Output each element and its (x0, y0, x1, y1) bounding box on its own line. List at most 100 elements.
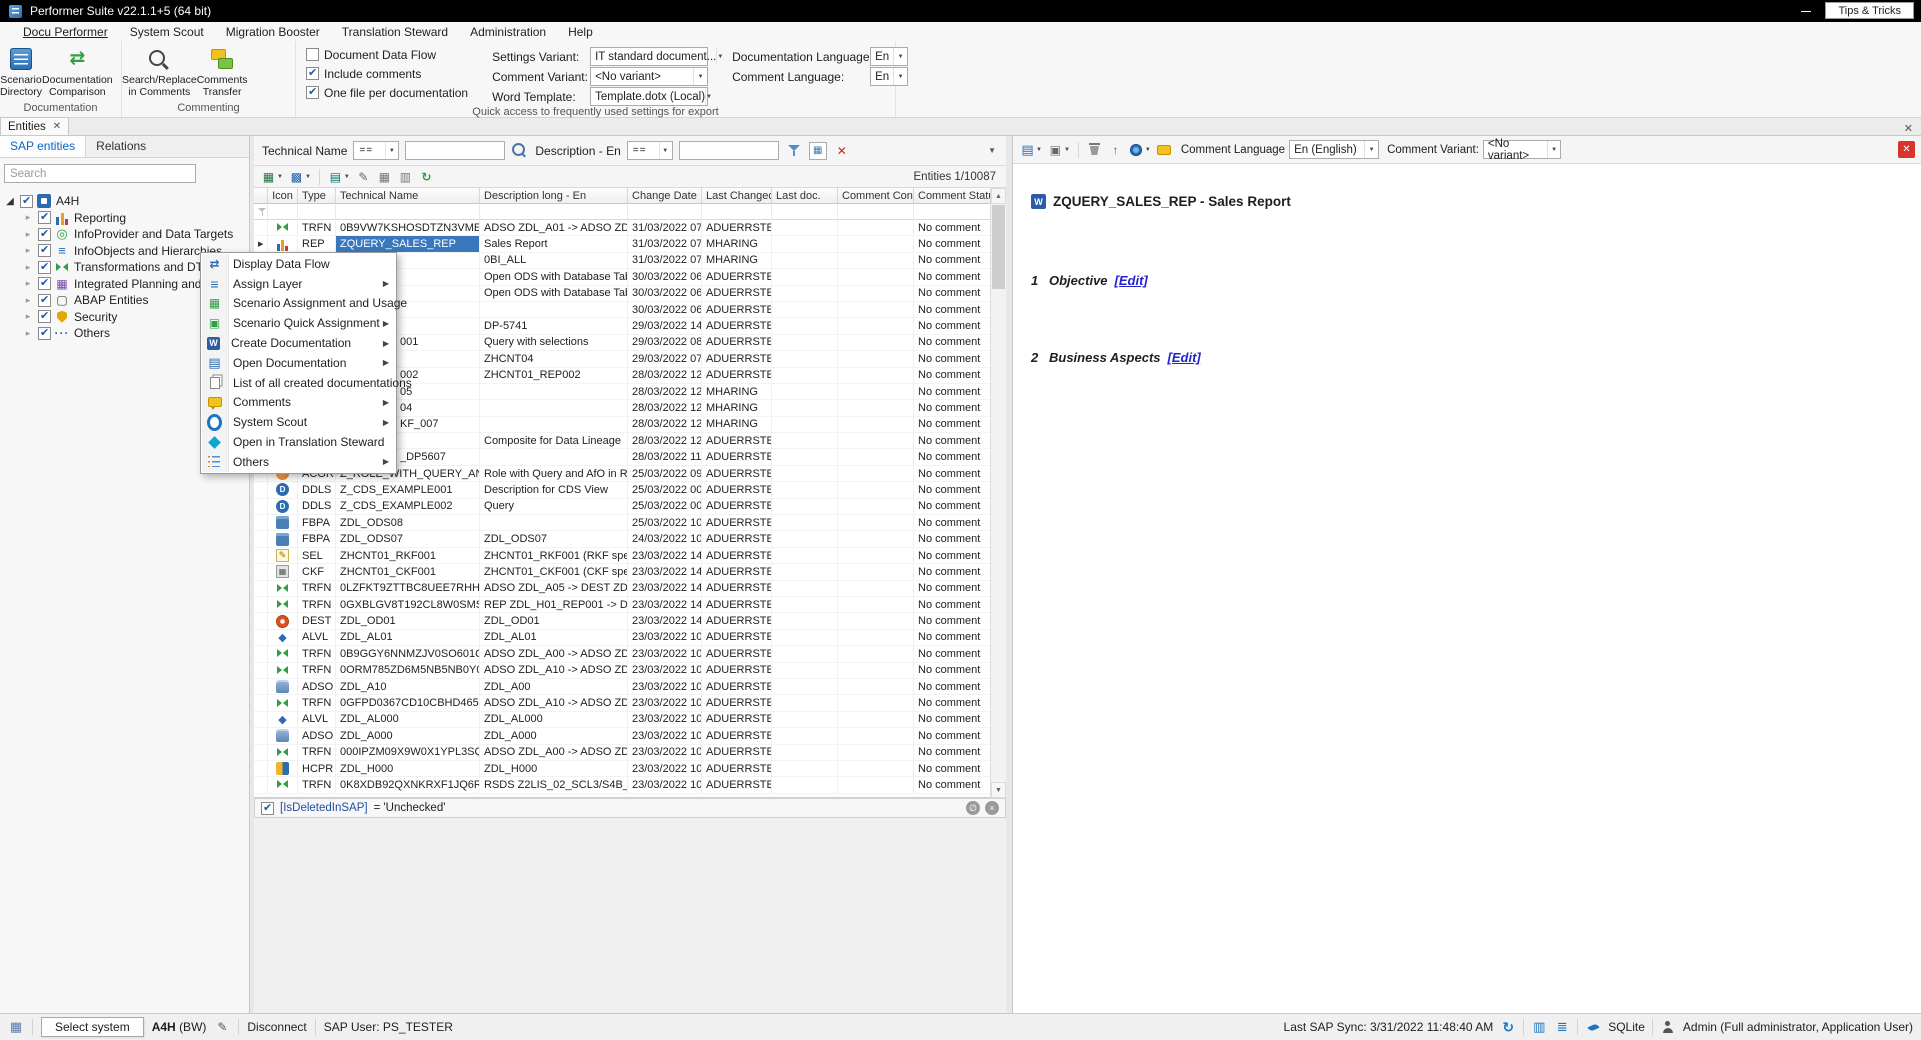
cell-comment-conf[interactable] (838, 220, 914, 236)
menu-item-system-scout[interactable]: System Scout▶ (202, 412, 395, 432)
log-icon[interactable] (1554, 1019, 1570, 1035)
cell-description[interactable]: ZHCNT01_CKF001 (CKF spec) (480, 564, 628, 580)
tips-and-tricks-button[interactable]: Tips & Tricks (1825, 2, 1914, 19)
cell-description[interactable] (480, 302, 628, 318)
table-row[interactable]: TRFN000IPZM09X9W0X1YPL3SQXP2FADSO ZDL_A0… (254, 745, 1006, 761)
print-icon-button[interactable]: ▼ (1047, 141, 1071, 159)
cell-change-date[interactable]: 28/03/2022 11... (628, 449, 702, 465)
cell-comment-conf[interactable] (838, 679, 914, 695)
cell-last-doc[interactable] (772, 745, 838, 761)
tab-bar-close-icon[interactable]: ✕ (1904, 122, 1913, 135)
cell-description[interactable] (480, 400, 628, 416)
table-row[interactable]: ADSOZDL_A10ZDL_A0023/03/2022 10...ADUERR… (254, 679, 1006, 695)
expand-icon[interactable]: ▸ (22, 278, 34, 289)
scroll-down-icon[interactable]: ▼ (991, 782, 1006, 798)
filter-bar-chevron-icon[interactable]: ▼ (988, 146, 998, 155)
cell-technical-name[interactable]: 0B9GGY6NNMZJV0SO601QF7D6 (336, 646, 480, 662)
filter-expression-value[interactable]: = 'Unchecked' (374, 802, 446, 814)
cell-change-date[interactable]: 23/03/2022 10... (628, 761, 702, 777)
cell-last-changed[interactable]: ADUERRSTEIN (702, 695, 772, 711)
cell-change-date[interactable]: 23/03/2022 10... (628, 777, 702, 793)
close-preview-button[interactable]: ✕ (1898, 141, 1915, 158)
cell-technical-name[interactable]: ZDL_H000 (336, 761, 480, 777)
cell-icon[interactable] (268, 597, 298, 613)
tree-item-infoprovider-and-data-targets[interactable]: ▸InfoProvider and Data Targets (0, 226, 249, 243)
cell-last-doc[interactable] (772, 433, 838, 449)
ribbon-tab-administration[interactable]: Administration (459, 23, 557, 41)
cell-technical-name[interactable]: 0ORM785ZD6M5NB5NB0Y0HL7F (336, 663, 480, 679)
cell-change-date[interactable]: 23/03/2022 14... (628, 581, 702, 597)
expand-icon[interactable]: ▸ (22, 328, 34, 339)
cell-type[interactable]: FBPA (298, 515, 336, 531)
cell-comment-conf[interactable] (838, 745, 914, 761)
cell-last-changed[interactable]: ADUERRSTEIN (702, 745, 772, 761)
cell-description[interactable]: Open ODS with Database Table o... (480, 269, 628, 285)
cell-last-doc[interactable] (772, 777, 838, 793)
column-header-last-changed[interactable]: Last Changed... (702, 188, 772, 204)
search-input[interactable] (4, 164, 196, 183)
menu-item-assign-layer[interactable]: Assign Layer▶ (202, 274, 395, 294)
cell-icon[interactable] (268, 499, 298, 515)
cell-last-changed[interactable]: MHARING (702, 384, 772, 400)
ribbon-tab-docu-performer[interactable]: Docu Performer (12, 23, 119, 41)
cell-last-changed[interactable]: ADUERRSTEIN (702, 466, 772, 482)
cell-last-changed[interactable]: ADUERRSTEIN (702, 663, 772, 679)
cell-description[interactable]: ZDL_OD01 (480, 613, 628, 629)
sync-icon[interactable] (1500, 1019, 1516, 1035)
cell-last-doc[interactable] (772, 564, 838, 580)
cell-description[interactable] (480, 384, 628, 400)
cell-type[interactable]: FBPA (298, 531, 336, 547)
cell-last-doc[interactable] (772, 663, 838, 679)
excel-export-icon-button[interactable]: ▦▼ (260, 168, 284, 186)
cell-comment-conf[interactable] (838, 712, 914, 728)
cell-comment-conf[interactable] (838, 351, 914, 367)
cell-change-date[interactable]: 23/03/2022 10... (628, 745, 702, 761)
cell-last-doc[interactable] (772, 253, 838, 269)
cell-technical-name[interactable]: ZQUERY_SALES_REP (336, 236, 480, 252)
cell-last-doc[interactable] (772, 302, 838, 318)
cell-type[interactable]: TRFN (298, 597, 336, 613)
cell-comment-conf[interactable] (838, 318, 914, 334)
cell-description[interactable]: ZDL_A000 (480, 728, 628, 744)
tree-checkbox[interactable] (38, 261, 51, 274)
cell-comment-conf[interactable] (838, 449, 914, 465)
cell-comment-status[interactable]: No comment (914, 695, 990, 711)
cell-type[interactable]: TRFN (298, 220, 336, 236)
cell-icon[interactable] (268, 548, 298, 564)
menu-item-scenario-quick-assignment[interactable]: Scenario Quick Assignment▶ (202, 313, 395, 333)
cell-description[interactable]: 0BI_ALL (480, 253, 628, 269)
cell-icon[interactable] (268, 613, 298, 629)
cell-technical-name[interactable]: 0GXBLGV8T192CL8W0SMSWRGF (336, 597, 480, 613)
cell-description[interactable]: REP ZDL_H01_REP001 -> DEST Z... (480, 597, 628, 613)
cell-comment-status[interactable]: No comment (914, 449, 990, 465)
cell-technical-name[interactable]: ZHCNT01_CKF001 (336, 564, 480, 580)
cell-icon[interactable] (268, 220, 298, 236)
document-data-flow-checkbox[interactable]: Document Data Flow (306, 47, 468, 62)
cell-comment-status[interactable]: No comment (914, 417, 990, 433)
table-row[interactable]: TRFN0GFPD0367CD10CBHD465BNU5ADSO ZDL_A10… (254, 695, 1006, 711)
menu-item-list-of-all-created-documentations[interactable]: List of all created documentations (202, 373, 395, 393)
cell-change-date[interactable]: 31/03/2022 07... (628, 220, 702, 236)
comment-variant-select[interactable]: <No variant>▼ (590, 67, 708, 86)
cell-comment-conf[interactable] (838, 777, 914, 793)
cell-last-changed[interactable]: ADUERRSTEIN (702, 499, 772, 515)
cell-description[interactable]: DP-5741 (480, 318, 628, 334)
cell-comment-status[interactable]: No comment (914, 728, 990, 744)
cell-comment-conf[interactable] (838, 531, 914, 547)
cell-comment-status[interactable]: No comment (914, 663, 990, 679)
cell-last-changed[interactable]: ADUERRSTEIN (702, 482, 772, 498)
cell-icon[interactable] (268, 482, 298, 498)
cell-technical-name[interactable]: ZDL_A000 (336, 728, 480, 744)
cell-comment-status[interactable]: No comment (914, 630, 990, 646)
table-row[interactable]: SELZHCNT01_RKF001ZHCNT01_RKF001 (RKF spe… (254, 548, 1006, 564)
cell-last-changed[interactable]: MHARING (702, 236, 772, 252)
cell-last-doc[interactable] (772, 646, 838, 662)
auto-filter-cell[interactable] (298, 204, 336, 220)
cell-change-date[interactable]: 25/03/2022 09... (628, 466, 702, 482)
ribbon-tab-migration-booster[interactable]: Migration Booster (215, 23, 331, 41)
cell-description[interactable]: ZHCNT01_RKF001 (RKF spec) (480, 548, 628, 564)
cell-comment-status[interactable]: No comment (914, 351, 990, 367)
cell-comment-status[interactable]: No comment (914, 531, 990, 547)
cell-type[interactable]: TRFN (298, 777, 336, 793)
cell-change-date[interactable]: 31/03/2022 07... (628, 253, 702, 269)
